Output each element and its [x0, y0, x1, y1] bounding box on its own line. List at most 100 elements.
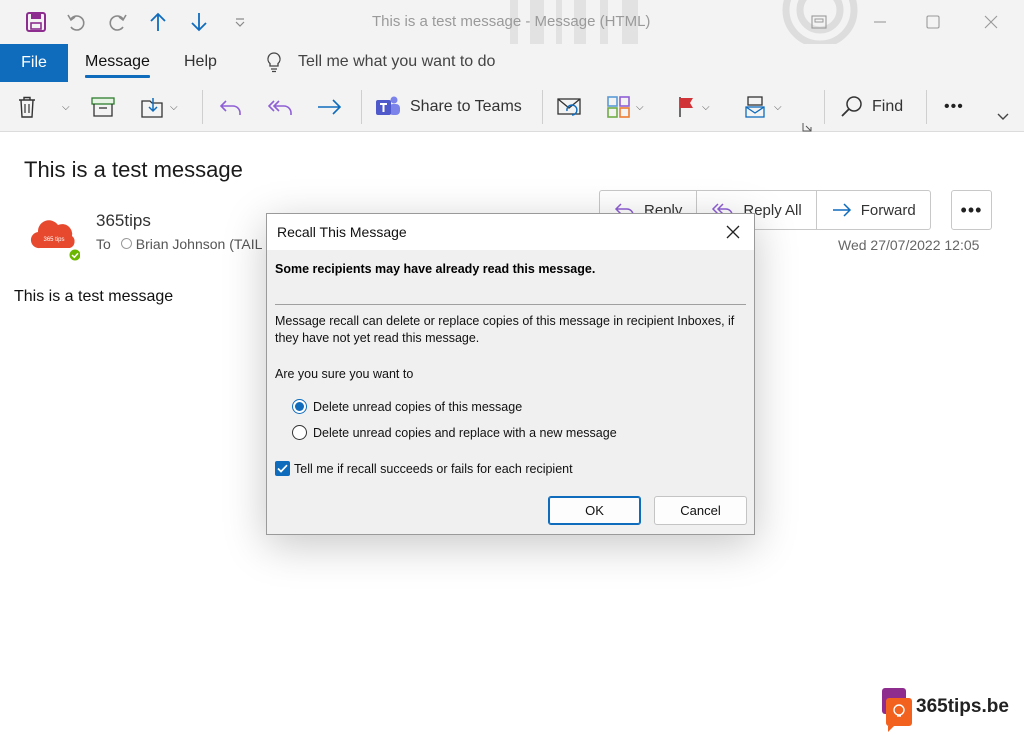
option-delete-unread-label: Delete unread copies of this message	[313, 399, 523, 414]
dialog-question: Are you sure you want to	[275, 367, 414, 381]
presence-icon	[120, 238, 132, 249]
tab-message[interactable]: Message	[85, 53, 150, 78]
reply-all-icon	[267, 100, 292, 115]
close-window-icon[interactable]	[976, 8, 1006, 36]
flag-icon	[679, 97, 693, 117]
archive-icon	[91, 97, 115, 117]
undo-icon[interactable]	[62, 8, 90, 36]
redo-icon[interactable]	[104, 8, 132, 36]
forward-button[interactable]: Forward	[817, 191, 930, 229]
active-tab-underline	[85, 75, 150, 78]
next-item-icon[interactable]	[185, 8, 213, 36]
forward-icon	[318, 99, 342, 115]
lightbulb-icon	[267, 52, 281, 73]
categorize-button[interactable]: ⌵	[606, 92, 644, 122]
notify-recall-checkbox-row[interactable]: Tell me if recall succeeds or fails for …	[275, 461, 573, 476]
cancel-button[interactable]: Cancel	[654, 496, 747, 525]
recipient[interactable]: Brian Johnson (TAIL	[120, 236, 263, 252]
toolbar-separator	[926, 90, 927, 124]
close-icon	[726, 225, 740, 239]
forward-icon	[832, 203, 851, 217]
option-delete-unread[interactable]: Delete unread copies of this message	[292, 399, 522, 414]
toolbar-separator	[202, 90, 203, 124]
message-date: Wed 27/07/2022 12:05	[838, 237, 980, 253]
collapse-ribbon-icon[interactable]	[996, 102, 1010, 132]
trash-icon	[19, 96, 35, 118]
chevron-down-icon: ⌵	[62, 101, 70, 113]
avatar-logo-text: 365 tips	[43, 237, 64, 243]
share-to-teams-label: Share to Teams	[410, 98, 522, 115]
avatar: 365 tips	[30, 214, 83, 263]
ribbon-display-icon[interactable]	[804, 8, 834, 36]
toolbar-separator	[361, 90, 362, 124]
categorize-icon	[607, 96, 630, 118]
ok-button[interactable]: OK	[548, 496, 641, 525]
recipient-line: To Brian Johnson (TAIL	[96, 236, 262, 252]
minimize-icon[interactable]	[865, 8, 895, 36]
chevron-down-icon: ⌵	[636, 101, 644, 113]
delete-dropdown[interactable]: ⌵	[58, 92, 70, 122]
find-button[interactable]: Find	[840, 92, 903, 122]
chevron-down-icon: ⌵	[702, 101, 710, 113]
mark-unread-button[interactable]	[556, 92, 584, 122]
move-button[interactable]: ⌵	[140, 92, 178, 122]
find-label: Find	[872, 98, 904, 115]
move-actions-button[interactable]: ⌵	[744, 92, 782, 122]
dialog-title: Recall This Message	[277, 224, 407, 240]
customize-toolbar-icon[interactable]	[226, 8, 254, 36]
message-subject: This is a test message	[24, 157, 243, 182]
save-icon[interactable]	[22, 8, 50, 36]
previous-item-icon[interactable]	[144, 8, 172, 36]
recall-message-dialog: Recall This Message Some recipients may …	[266, 213, 755, 535]
more-commands-button[interactable]: •••	[944, 92, 964, 122]
move-to-folder-icon	[141, 98, 163, 118]
checkmark-icon	[277, 464, 288, 473]
chevron-down-icon: ⌵	[774, 101, 782, 113]
radio-selected[interactable]	[292, 399, 307, 414]
notify-recall-label: Tell me if recall succeeds or fails for …	[294, 461, 573, 476]
search-icon	[841, 96, 862, 117]
dialog-close-button[interactable]	[722, 221, 744, 243]
title-bar: This is a test message - Message (HTML)	[0, 0, 1024, 44]
share-to-teams-button[interactable]: Share to Teams	[374, 92, 522, 122]
message-body: This is a test message	[14, 288, 174, 305]
toolbar-separator	[542, 90, 543, 124]
tell-me-search[interactable]: Tell me what you want to do	[264, 51, 495, 73]
option-delete-and-replace-label: Delete unread copies and replace with a …	[313, 425, 617, 440]
tab-help[interactable]: Help	[184, 53, 217, 71]
reply-all-toolbar-button[interactable]	[266, 92, 294, 122]
window-title: This is a test message - Message (HTML)	[372, 13, 651, 30]
chevron-down-icon: ⌵	[170, 101, 178, 113]
follow-up-button[interactable]: ⌵	[676, 92, 710, 122]
tab-file[interactable]: File	[0, 44, 68, 82]
dialog-title-bar: Recall This Message	[267, 214, 754, 250]
reply-toolbar-button[interactable]	[218, 92, 244, 122]
watermark-logo: 365tips.be	[880, 686, 1020, 736]
delete-button[interactable]	[16, 92, 38, 122]
dialog-warning: Some recipients may have already read th…	[275, 262, 596, 276]
maximize-icon[interactable]	[918, 8, 948, 36]
option-delete-and-replace[interactable]: Delete unread copies and replace with a …	[292, 425, 617, 440]
mail-actions-icon	[745, 96, 765, 118]
tab-message-label: Message	[85, 53, 150, 70]
more-actions-button[interactable]: •••	[951, 190, 992, 230]
tell-me-text: Tell me what you want to do	[298, 53, 496, 70]
radio-unselected[interactable]	[292, 425, 307, 440]
forward-label: Forward	[860, 201, 916, 219]
toolbar-separator	[824, 90, 825, 124]
reply-icon	[219, 100, 241, 115]
watermark-text: 365tips.be	[916, 696, 1009, 717]
forward-toolbar-button[interactable]	[316, 92, 344, 122]
teams-icon	[376, 96, 400, 115]
to-label: To	[96, 236, 111, 252]
dialog-divider	[275, 304, 746, 305]
envelope-icon	[557, 98, 581, 116]
archive-button[interactable]	[90, 92, 116, 122]
notify-recall-checkbox[interactable]	[275, 461, 290, 476]
ribbon-tabs: File Message Help Tell me what you want …	[0, 44, 1024, 82]
recipient-name: Brian Johnson (TAIL	[135, 236, 263, 252]
group-launcher-icon[interactable]	[802, 112, 812, 142]
dialog-description: Message recall can delete or replace cop…	[275, 314, 735, 345]
sender-name[interactable]: 365tips	[96, 211, 151, 231]
ribbon-toolbar: ⌵ ⌵ Share to Teams ⌵ ⌵ ⌵ Find •••	[0, 82, 1024, 132]
